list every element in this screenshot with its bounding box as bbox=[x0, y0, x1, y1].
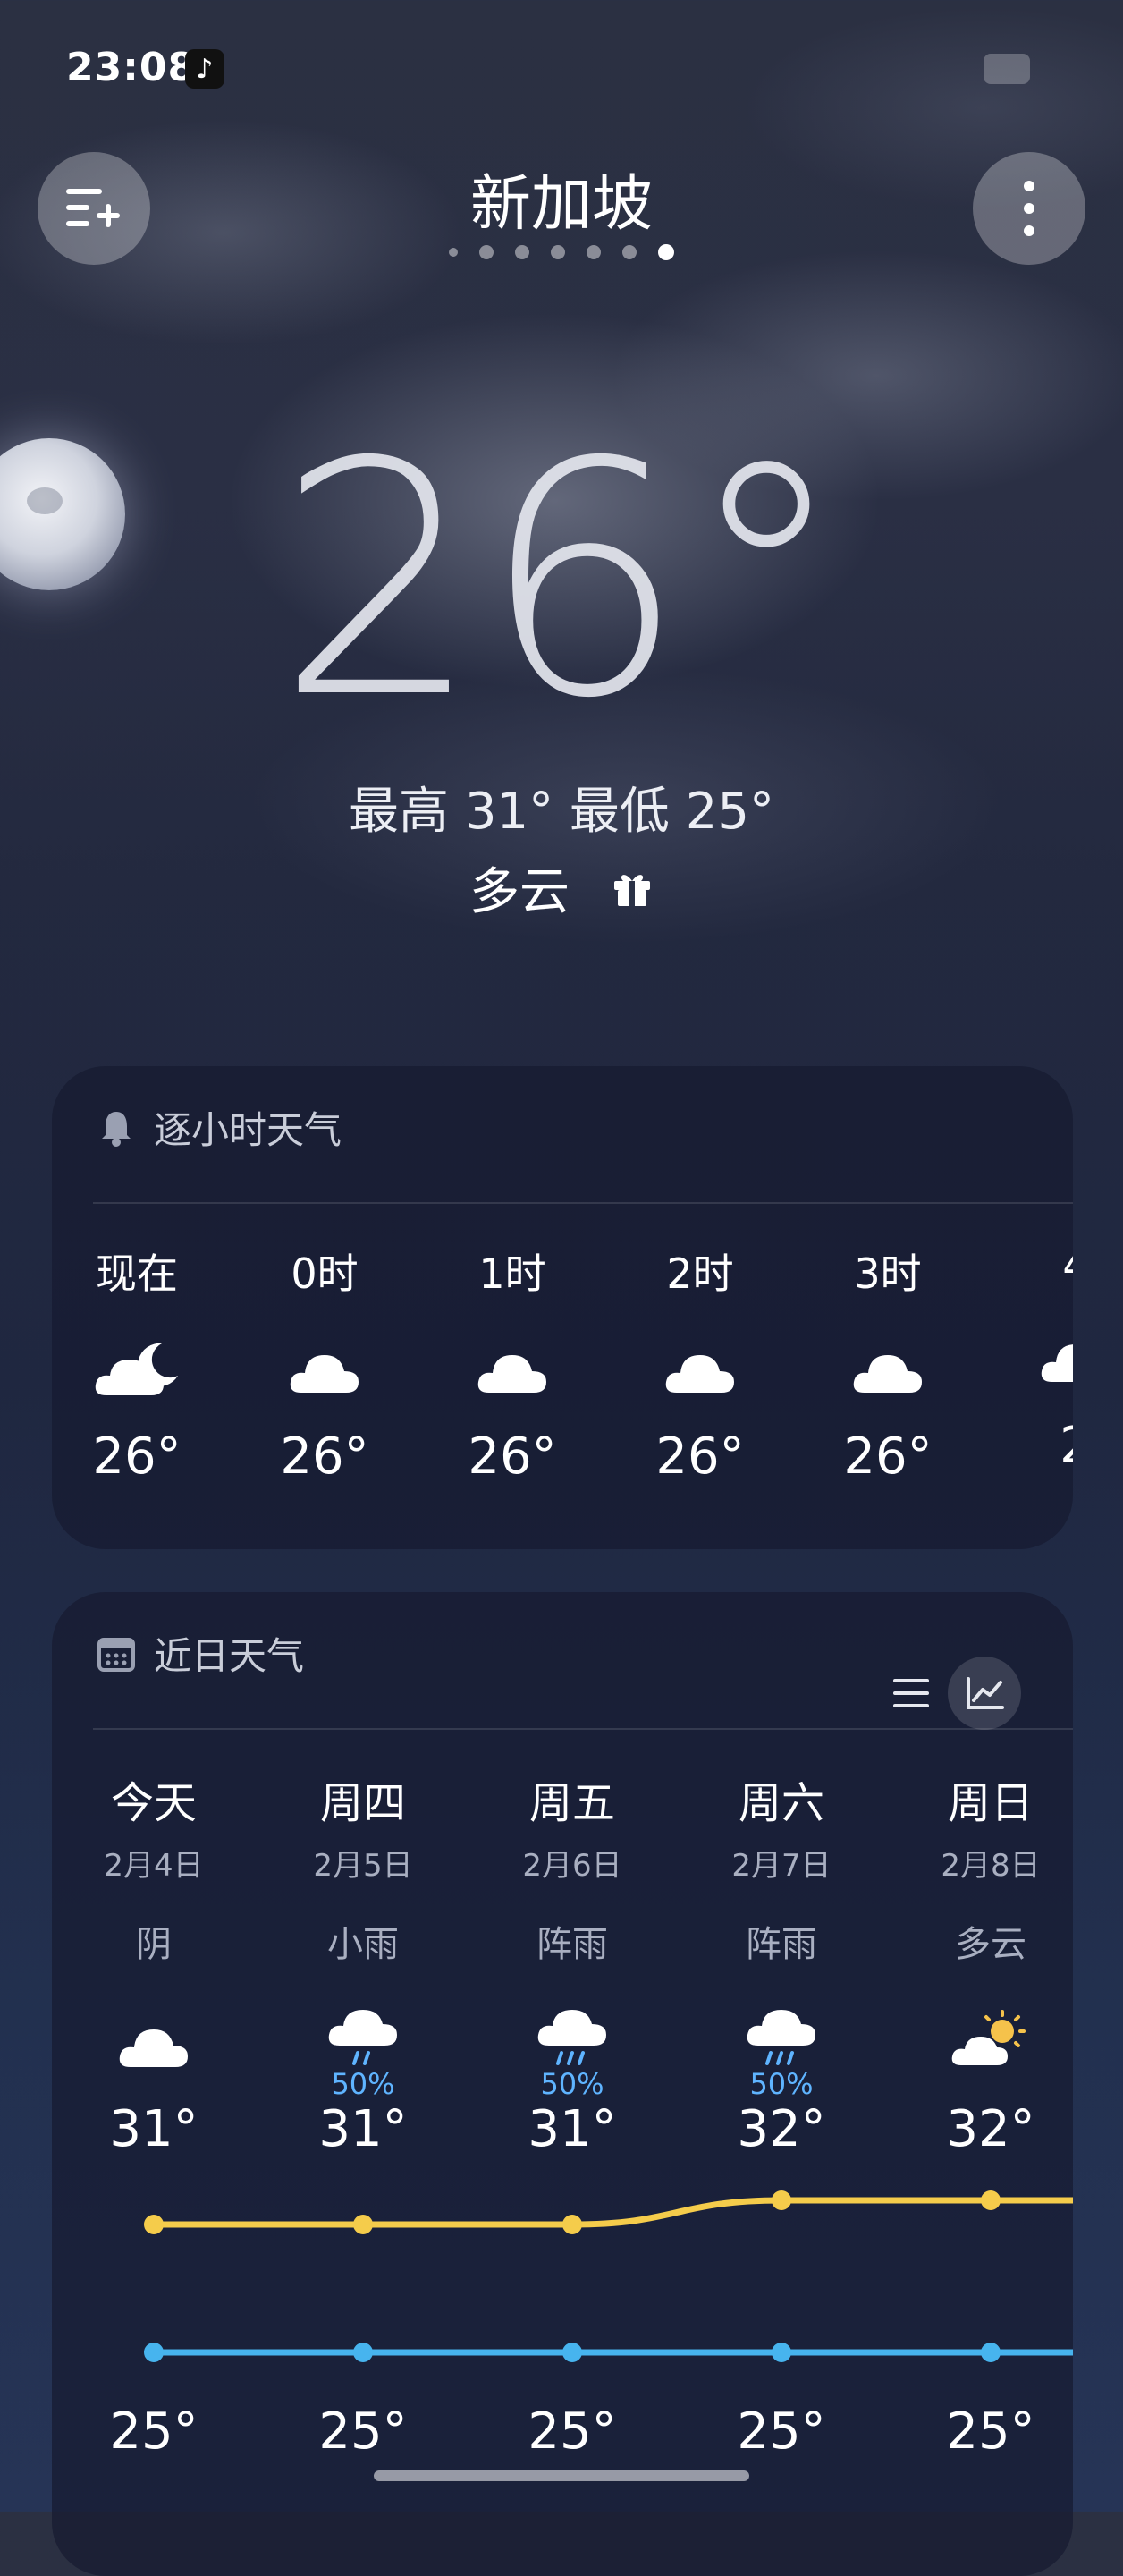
city-name: 新加坡 bbox=[469, 169, 653, 240]
hour-time: 现在 bbox=[96, 1250, 178, 1298]
low-temp-point bbox=[353, 2343, 373, 2362]
low-temp-point bbox=[772, 2343, 791, 2362]
page-dot bbox=[479, 245, 494, 259]
hour-temp: 26° bbox=[280, 1428, 369, 1486]
hourly-title: 逐小时天气 bbox=[154, 1108, 342, 1152]
gift-icon[interactable] bbox=[611, 867, 654, 910]
hourly-header: 逐小时天气 bbox=[97, 1100, 342, 1155]
hour-temp: 26° bbox=[655, 1428, 745, 1486]
current-condition: 多云 bbox=[469, 863, 570, 921]
high-temp-point bbox=[772, 2190, 791, 2210]
high-temp-point bbox=[144, 2215, 164, 2234]
cloud-icon bbox=[1041, 1344, 1073, 1382]
hour-time: 3时 bbox=[854, 1250, 922, 1298]
hour-temp: 26° bbox=[843, 1428, 933, 1486]
hour-time: 4 bbox=[991, 1241, 1073, 1290]
high-temp-point bbox=[981, 2190, 1001, 2210]
battery-icon bbox=[984, 54, 1030, 84]
partly-cloudy-night-icon bbox=[95, 1343, 178, 1395]
home-indicator[interactable] bbox=[374, 2470, 749, 2481]
tiktok-icon: ♪ bbox=[185, 49, 224, 89]
high-temp-point bbox=[353, 2215, 373, 2234]
page-dot bbox=[622, 245, 637, 259]
low-temp-point bbox=[144, 2343, 164, 2362]
high-low-temperature: 最高 31° 最低 25° bbox=[349, 783, 774, 841]
low-temp-point bbox=[981, 2343, 1001, 2362]
cloud-icon bbox=[477, 1355, 546, 1393]
page-dot bbox=[449, 248, 458, 257]
page-dot-active bbox=[658, 244, 674, 260]
more-vertical-icon bbox=[1024, 181, 1034, 236]
cloud-icon bbox=[290, 1355, 359, 1393]
bell-icon bbox=[102, 1111, 131, 1147]
page-dot bbox=[551, 245, 565, 259]
hour-time: 1时 bbox=[478, 1250, 546, 1298]
daily-forecast-card[interactable]: 近日天气 今天 2月4日阴 31° 25° 周四 2月5日 小雨 50% 31° 25° 周五 2月6… bbox=[52, 1592, 1073, 2576]
temperature-trend-chart bbox=[144, 2190, 1073, 2362]
status-time: 23:08 bbox=[66, 45, 197, 90]
current-condition-row: 多云 bbox=[0, 852, 1123, 924]
more-options-button[interactable] bbox=[973, 152, 1085, 265]
cloud-icon bbox=[665, 1355, 734, 1393]
hourly-forecast-card[interactable]: 逐小时天气 现在 26° 0时 26° 1时 26° 2时 26° 3时 26° bbox=[52, 1066, 1073, 1549]
high-temp-line bbox=[150, 2197, 1073, 2228]
hour-item: 0时 26° bbox=[240, 1241, 410, 1486]
hour-time: 2时 bbox=[666, 1250, 734, 1298]
hour-temp: 2 bbox=[991, 1417, 1073, 1475]
hour-temp: 26° bbox=[468, 1428, 557, 1486]
page-dot bbox=[515, 245, 529, 259]
low-temp-point bbox=[562, 2343, 582, 2362]
hour-item: 现在 26° bbox=[52, 1241, 222, 1486]
cloud-icon bbox=[853, 1355, 922, 1393]
hour-item: 2时 26° bbox=[615, 1241, 785, 1486]
hour-time: 0时 bbox=[291, 1250, 359, 1298]
hour-item: 4 2 bbox=[991, 1241, 1073, 1475]
page-dot bbox=[587, 245, 601, 259]
high-temp-point bbox=[562, 2215, 582, 2234]
hourly-divider bbox=[93, 1202, 1073, 1204]
hour-item: 1时 26° bbox=[427, 1241, 597, 1486]
current-temperature: 26° bbox=[275, 394, 848, 768]
hour-item: 3时 26° bbox=[803, 1241, 973, 1486]
page-indicator bbox=[0, 244, 1123, 260]
hour-temp: 26° bbox=[92, 1428, 182, 1486]
